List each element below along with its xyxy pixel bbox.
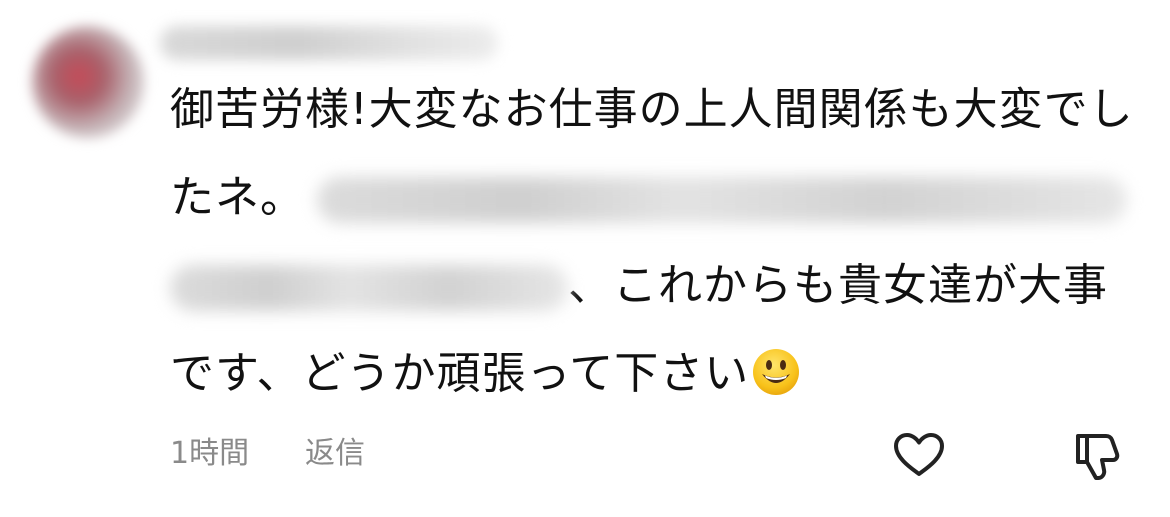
comment-line-4: です、どうか頑張って下さい (170, 330, 1130, 418)
heart-icon[interactable] (892, 432, 946, 478)
username-redacted (160, 26, 498, 60)
smiling-face-emoji-icon (753, 349, 800, 395)
comment-text-line-4: です、どうか頑張って下さい (170, 348, 750, 399)
timestamp: 1時間 (170, 436, 250, 471)
comment-line-2: たネ。 (170, 154, 1130, 242)
avatar[interactable] (32, 26, 144, 138)
comment-line-3: 、これからも貴女達が大事 (170, 242, 1130, 330)
comment-body: 御苦労様!大変なお仕事の上人間関係も大変でし たネ。 、これからも貴女達が大事 … (170, 66, 1133, 418)
comment-item: 御苦労様!大変なお仕事の上人間関係も大変でし たネ。 、これからも貴女達が大事 … (0, 0, 1170, 517)
comment-text-line-2: たネ。 (170, 172, 305, 223)
comment-line-1: 御苦労様!大変なお仕事の上人間関係も大変でし (170, 66, 1133, 154)
comment-text-line-3: 、これからも貴女達が大事 (568, 260, 1108, 311)
comment-meta: 1時間 返信 (170, 428, 365, 472)
redacted-text-block (317, 177, 1127, 223)
redacted-text-block (170, 265, 568, 311)
thumbs-down-icon[interactable] (1072, 430, 1124, 484)
comment-text-line-1: 御苦労様!大変なお仕事の上人間関係も大変でし (170, 84, 1134, 135)
reply-button[interactable]: 返信 (305, 428, 365, 472)
